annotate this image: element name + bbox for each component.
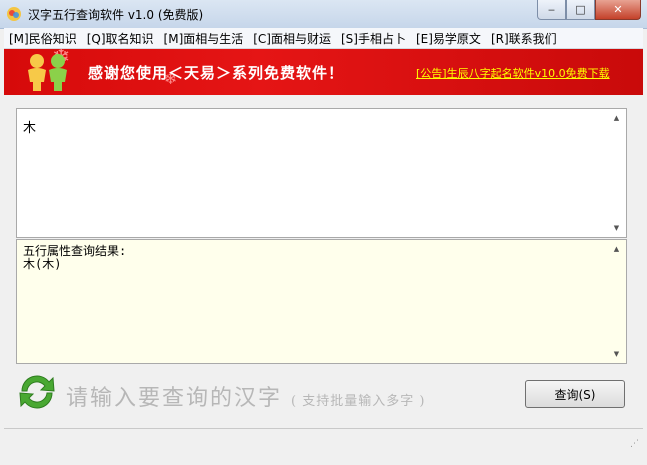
- window-title: 汉字五行查询软件 v1.0 (免费版): [28, 8, 204, 22]
- status-bar: ⋰: [4, 428, 643, 451]
- promo-banner: ❄ ❄ 感谢您使用＜天易＞系列免费软件！ [公告]生辰八字起名软件v10.0免费…: [4, 49, 643, 95]
- result-output[interactable]: 五行属性查询结果: 木(木) ▲ ▼: [16, 239, 627, 364]
- input-prompt: 请输入要查询的汉字 ( 支持批量输入多字 ): [66, 380, 425, 412]
- resize-grip-icon[interactable]: ⋰: [630, 439, 639, 449]
- menu-bar: [M]民俗知识 [Q]取名知识 [M]面相与生活 [C]面相与财运 [S]手相占…: [4, 28, 643, 49]
- banner-message: 感谢您使用＜天易＞系列免费软件！: [88, 64, 345, 82]
- app-logo-icon: [7, 7, 21, 21]
- result-scrollbar[interactable]: ▲ ▼: [609, 242, 624, 361]
- maximize-button[interactable]: □: [566, 0, 595, 20]
- result-line: 木(木): [23, 257, 62, 271]
- people-logo-icon: [28, 54, 67, 91]
- menu-classics[interactable]: [E]易学原文: [411, 28, 486, 48]
- refresh-arrows-icon[interactable]: [16, 371, 58, 413]
- menu-palmistry[interactable]: [S]手相占卜: [336, 28, 411, 48]
- menu-face-wealth[interactable]: [C]面相与财运: [248, 28, 336, 48]
- scroll-up-arrow-icon[interactable]: ▲: [609, 111, 624, 125]
- prompt-main: 请输入要查询的汉字: [66, 386, 283, 411]
- title-bar: 汉字五行查询软件 v1.0 (免费版) ‒ □ ✕: [0, 0, 647, 29]
- close-button[interactable]: ✕: [595, 0, 641, 20]
- result-content: 五行属性查询结果: 木(木): [23, 245, 126, 271]
- scroll-down-arrow-icon[interactable]: ▼: [609, 221, 624, 235]
- notice-download-link[interactable]: [公告]生辰八字起名软件v10.0免费下载: [416, 65, 610, 81]
- window-controls: ‒ □ ✕: [537, 0, 641, 20]
- minimize-button[interactable]: ‒: [537, 0, 566, 20]
- character-input[interactable]: 木 ▲ ▼: [16, 108, 627, 238]
- scroll-up-arrow-icon[interactable]: ▲: [609, 242, 624, 256]
- prompt-hint: ( 支持批量输入多字 ): [291, 394, 426, 409]
- input-scrollbar[interactable]: ▲ ▼: [609, 111, 624, 235]
- menu-face-life[interactable]: [M]面相与生活: [159, 28, 249, 48]
- query-button[interactable]: 查询(S): [525, 380, 625, 408]
- menu-naming-knowledge[interactable]: [Q]取名知识: [82, 28, 159, 48]
- scroll-down-arrow-icon[interactable]: ▼: [609, 347, 624, 361]
- input-value: 木: [23, 121, 37, 136]
- menu-contact[interactable]: [R]联系我们: [486, 28, 562, 48]
- menu-folk-knowledge[interactable]: [M]民俗知识: [4, 28, 82, 48]
